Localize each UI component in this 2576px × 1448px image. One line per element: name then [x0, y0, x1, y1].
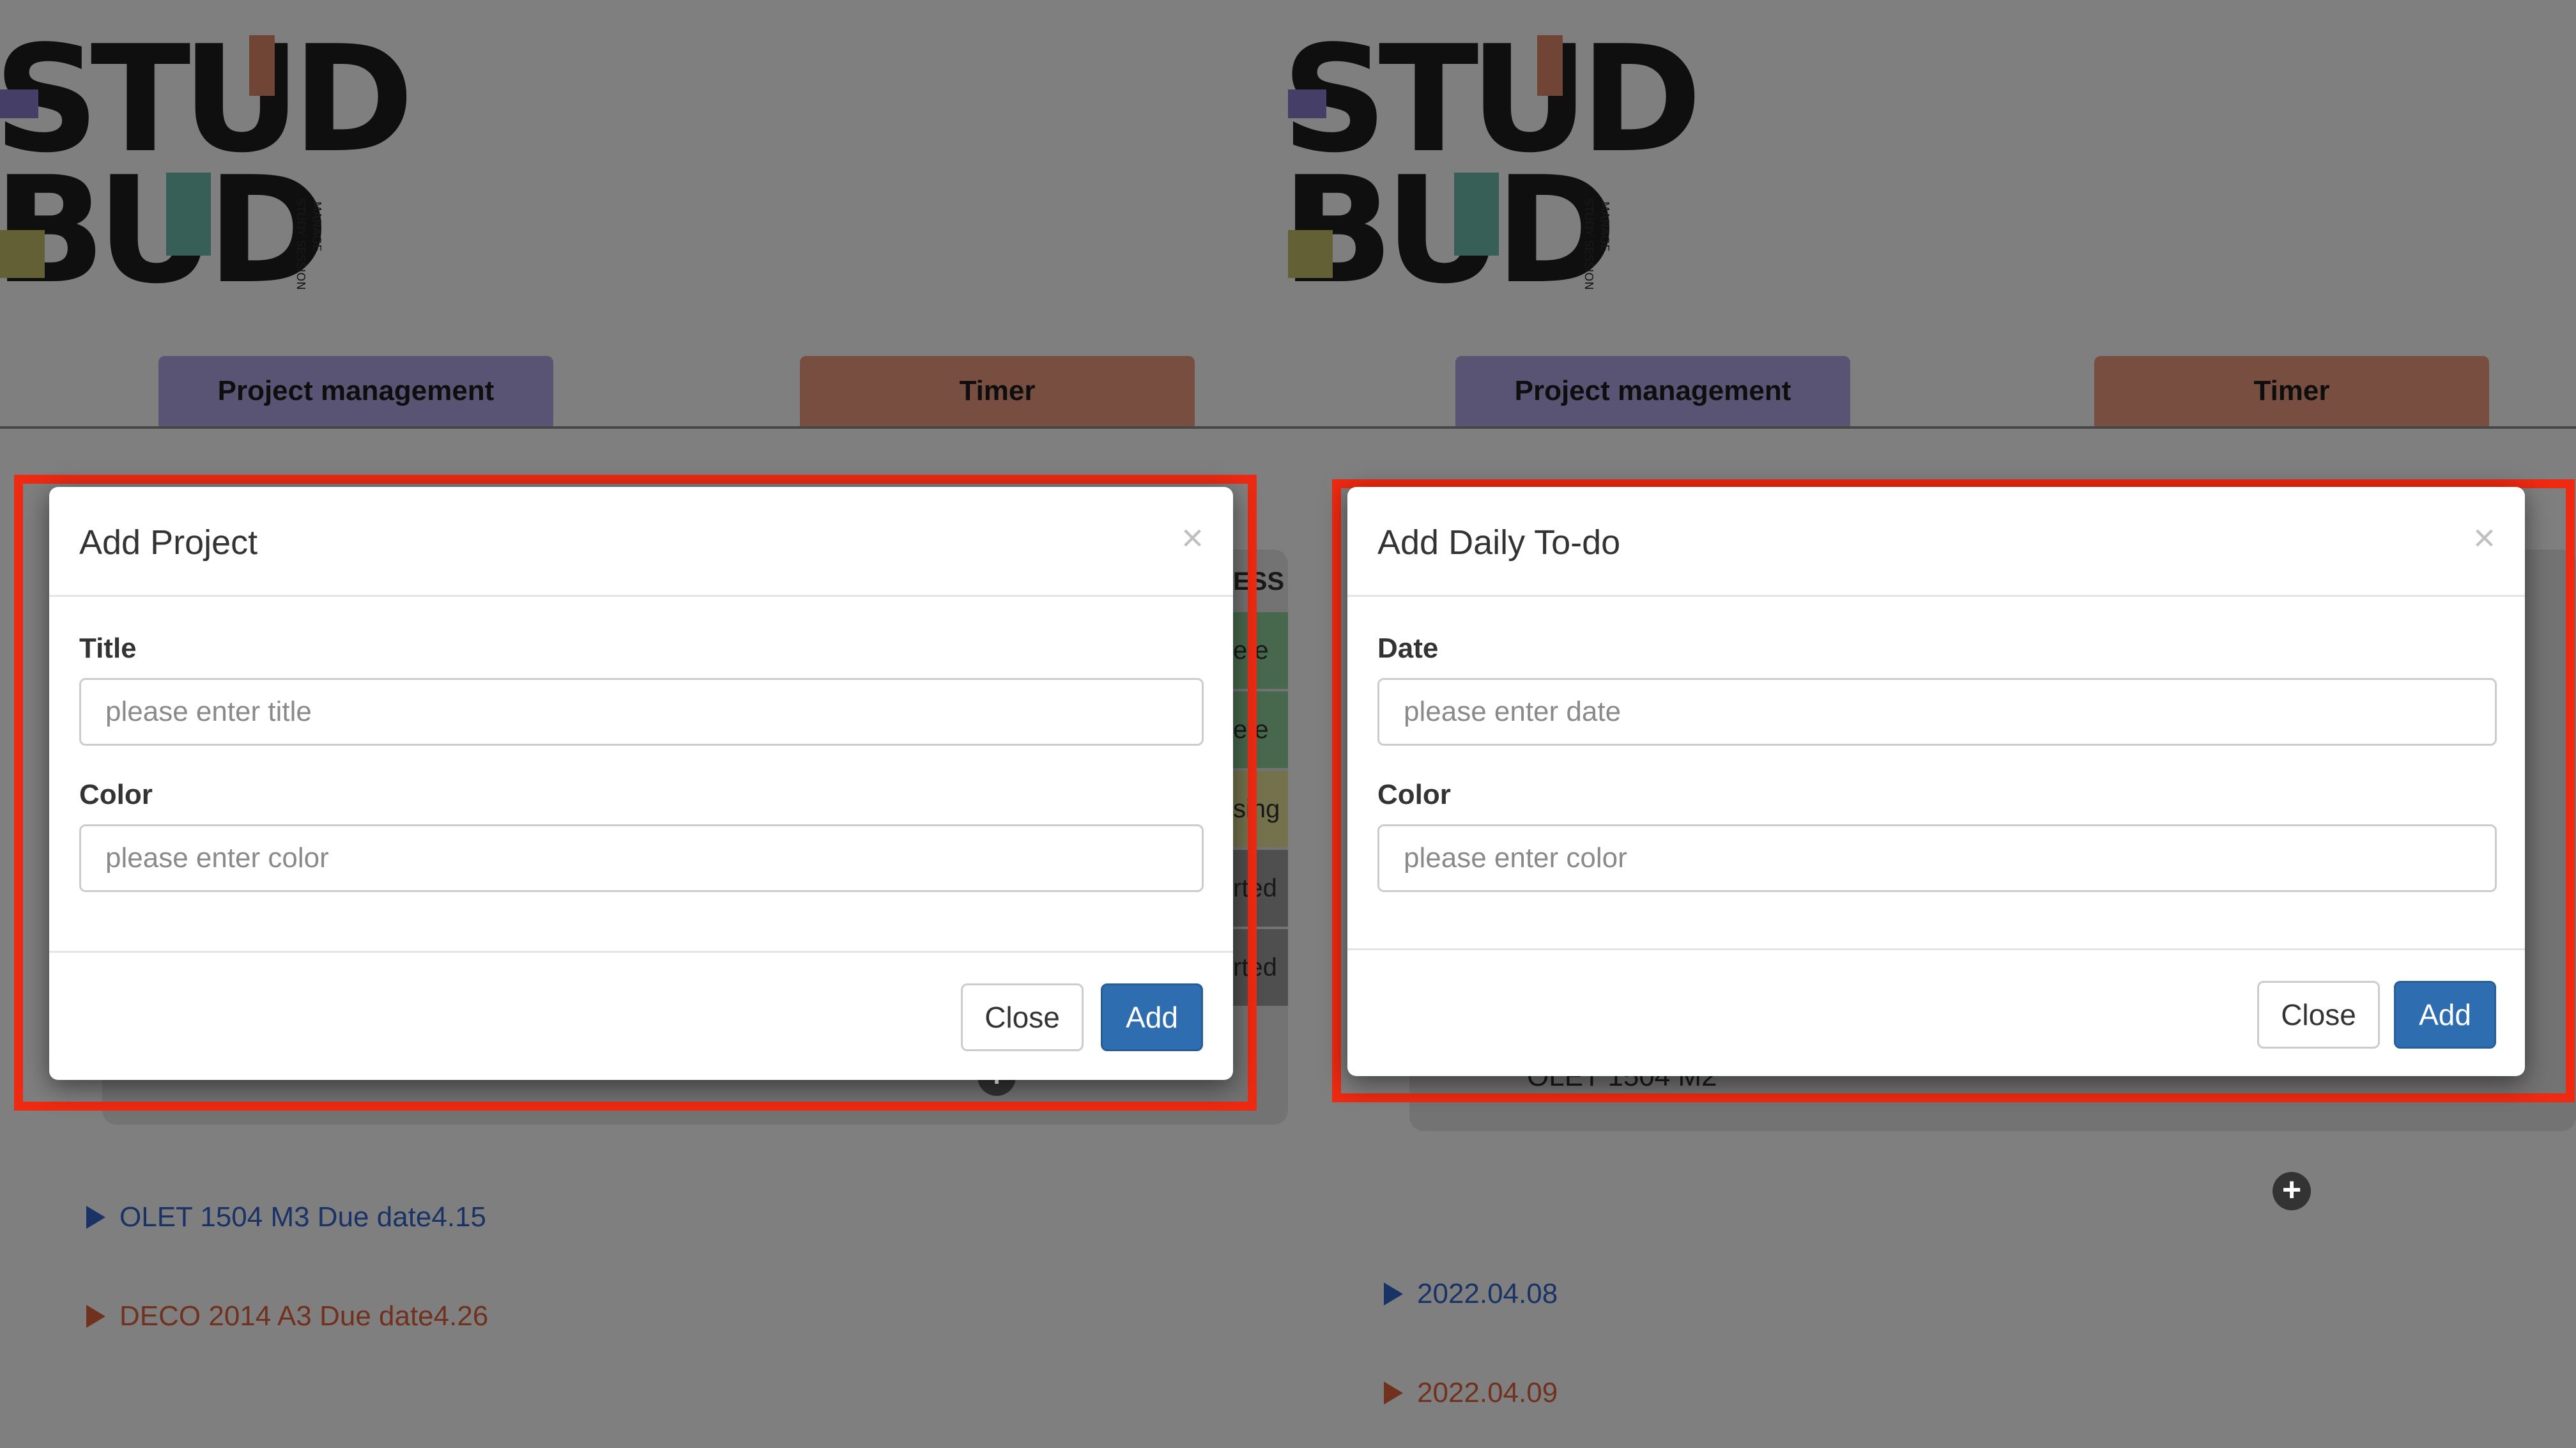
date-input[interactable]: [1377, 678, 2497, 746]
color-label: Color: [1377, 779, 1451, 810]
close-button[interactable]: Close: [961, 983, 1084, 1051]
add-daily-todo-modal: Add Daily To-do × Date Color Close Add: [1347, 487, 2525, 1076]
add-todo-icon[interactable]: +: [2273, 1172, 2311, 1210]
modal-title: Add Daily To-do: [1377, 523, 1621, 562]
modal-footer: Close Add: [1347, 948, 2525, 1076]
left-panel: STUD BUD MANAGE STUDY SESSIONS Project m…: [0, 0, 1288, 1448]
title-label: Title: [79, 633, 137, 664]
color-input[interactable]: [79, 824, 1204, 892]
close-button[interactable]: Close: [2257, 981, 2380, 1049]
add-project-modal: Add Project × Title Color Close Add: [49, 487, 1233, 1080]
modal-title: Add Project: [79, 523, 258, 562]
color-input[interactable]: [1377, 824, 2497, 892]
modal-header: Add Daily To-do ×: [1347, 487, 2525, 597]
add-button[interactable]: Add: [2394, 981, 2496, 1049]
close-icon[interactable]: ×: [1181, 519, 1204, 557]
color-label: Color: [79, 779, 153, 810]
modal-header: Add Project ×: [49, 487, 1233, 597]
add-button[interactable]: Add: [1101, 983, 1203, 1051]
close-icon[interactable]: ×: [2473, 519, 2496, 557]
modal-footer: Close Add: [49, 951, 1233, 1080]
date-label: Date: [1377, 633, 1439, 664]
right-panel: STUD BUD MANAGE STUDY SESSIONS Project m…: [1288, 0, 2576, 1448]
title-input[interactable]: [79, 678, 1204, 746]
